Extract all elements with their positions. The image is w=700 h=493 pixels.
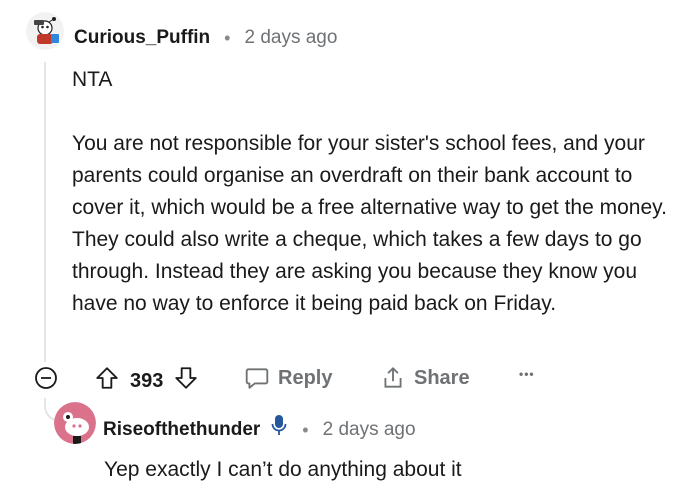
comment-actions: 393 Reply Share •••: [34, 363, 554, 395]
avatar-snoo-icon: [26, 12, 64, 50]
share-button[interactable]: Share: [380, 365, 470, 391]
reply-button[interactable]: Reply: [244, 365, 332, 391]
speech-bubble-icon: [245, 368, 269, 389]
share-label: Share: [414, 366, 470, 389]
header-separator: •: [224, 28, 231, 48]
comment-username[interactable]: Curious_Puffin: [74, 24, 210, 52]
collapse-button[interactable]: [34, 366, 58, 390]
vote-score: 393: [130, 369, 164, 392]
upvote-button[interactable]: [94, 365, 120, 397]
reply-header: Riseofthethunder • 2 days ago: [103, 414, 416, 445]
comment-paragraph: NTA: [72, 68, 113, 91]
reply-avatar[interactable]: [54, 402, 96, 444]
downvote-button[interactable]: [173, 365, 199, 397]
comment-timestamp[interactable]: 2 days ago: [244, 24, 337, 52]
comment-header: Curious_Puffin • 2 days ago: [74, 24, 337, 52]
arrow-up-icon: [96, 367, 118, 389]
reply-username[interactable]: Riseofthethunder: [103, 416, 260, 444]
thread-line: [44, 62, 46, 362]
ellipsis-icon: •••: [519, 367, 535, 381]
arrow-down-icon: [175, 367, 198, 389]
microphone-icon: [270, 414, 288, 445]
more-options-button[interactable]: •••: [519, 367, 535, 381]
minus-circle-icon: [35, 367, 57, 389]
reply-label: Reply: [278, 366, 333, 389]
vote-group: 393: [94, 365, 199, 397]
reply-body: Yep exactly I can’t do anything about it: [104, 458, 462, 481]
comment-body: NTA You are not responsible for your sis…: [72, 64, 672, 320]
share-icon: [384, 367, 402, 388]
header-separator: •: [302, 419, 309, 440]
avatar[interactable]: [26, 12, 64, 50]
reply-timestamp[interactable]: 2 days ago: [323, 416, 416, 444]
comment-paragraph: You are not responsible for your sister'…: [72, 132, 667, 315]
avatar-snoo-icon: [54, 402, 96, 444]
